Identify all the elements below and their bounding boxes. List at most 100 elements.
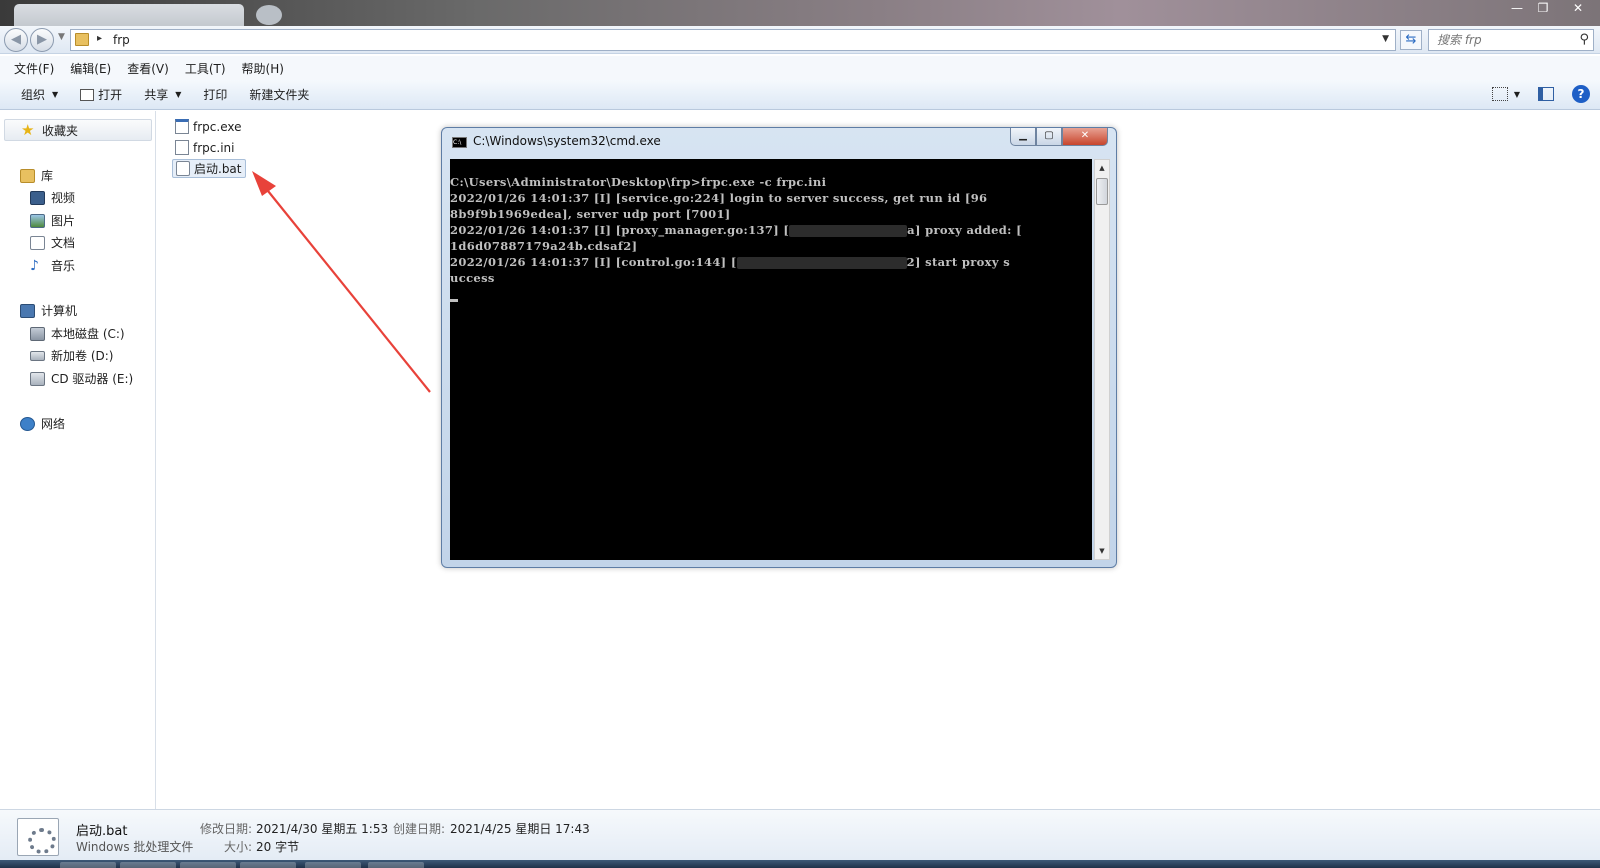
cmd-maximize-button[interactable]: ▢: [1036, 128, 1062, 146]
taskbar: [0, 860, 1600, 868]
taskbar-button[interactable]: [368, 862, 424, 868]
cmd-titlebar[interactable]: C:\ C:\Windows\system32\cmd.exe ▁ ▢ ✕: [442, 128, 1116, 156]
search-box[interactable]: ⚲: [1428, 29, 1594, 51]
share-label: 共享: [144, 88, 169, 102]
details-pane: 启动.bat Windows 批处理文件 修改日期: 2021/4/30 星期五…: [0, 809, 1600, 860]
menu-tools[interactable]: 工具(T): [177, 60, 234, 77]
taskbar-button[interactable]: [240, 862, 296, 868]
nav-drive-c[interactable]: 本地磁盘 (C:): [30, 325, 125, 342]
folder-icon: [75, 33, 89, 46]
nav-music-label: 音乐: [51, 259, 76, 273]
console-line: 2022/01/26 14:01:37 [I] [service.go:224]…: [450, 191, 988, 205]
menu-file[interactable]: 文件(F): [6, 60, 62, 77]
arrow-line: [263, 185, 431, 393]
change-view-button[interactable]: ▼: [1491, 87, 1520, 101]
taskbar-button[interactable]: [60, 862, 116, 868]
details-file-type: Windows 批处理文件: [76, 840, 194, 854]
nav-network-label: 网络: [41, 417, 66, 431]
star-icon: ★: [21, 121, 35, 139]
address-dropdown-icon[interactable]: ▼: [1382, 34, 1389, 44]
network-icon: [20, 416, 35, 431]
pictures-icon: [30, 213, 45, 228]
recent-pages-dropdown[interactable]: ▼: [58, 32, 65, 42]
new-folder-button[interactable]: 新建文件夹: [238, 86, 320, 103]
file-name: frpc.exe: [193, 119, 242, 134]
created-label: 创建日期:: [393, 822, 446, 836]
organize-button[interactable]: 组织 ▼: [10, 86, 69, 103]
nav-videos[interactable]: 视频: [30, 189, 75, 206]
menu-edit[interactable]: 编辑(E): [62, 60, 119, 77]
scrollbar-thumb[interactable]: [1096, 178, 1108, 205]
video-icon: [30, 190, 45, 205]
search-input[interactable]: [1429, 30, 1569, 50]
blurred-browser-tab[interactable]: [14, 4, 244, 26]
close-button[interactable]: ✕: [1556, 0, 1600, 18]
nav-computer-label: 计算机: [41, 304, 78, 318]
menu-help[interactable]: 帮助(H): [234, 60, 292, 77]
preview-pane-icon[interactable]: [1538, 87, 1554, 101]
drive-icon: [30, 326, 45, 341]
nav-library-label: 库: [41, 169, 54, 183]
computer-icon: [20, 303, 35, 318]
breadcrumb-chevron-icon[interactable]: ▸: [97, 33, 102, 44]
search-icon[interactable]: ⚲: [1579, 32, 1589, 47]
file-item-frpc-exe[interactable]: frpc.exe: [172, 117, 244, 136]
print-button[interactable]: 打印: [192, 86, 238, 103]
scroll-down-icon[interactable]: ▼: [1095, 543, 1109, 559]
file-item-frpc-ini[interactable]: frpc.ini: [172, 138, 237, 157]
console-cursor: [450, 299, 458, 302]
nav-favorites[interactable]: ★ 收藏夹: [4, 119, 152, 141]
view-controls: ▼ ?: [1491, 85, 1590, 103]
nav-pictures-label: 图片: [51, 214, 76, 228]
new-tab-button[interactable]: [256, 5, 282, 25]
created-value: 2021/4/25 星期日 17:43: [450, 822, 590, 836]
breadcrumb-frp[interactable]: frp: [113, 33, 130, 47]
cmd-window[interactable]: C:\ C:\Windows\system32\cmd.exe ▁ ▢ ✕ C:…: [441, 127, 1117, 568]
nav-drive-d[interactable]: 新加卷 (D:): [30, 347, 113, 364]
arrow-head: [252, 171, 276, 196]
bat-icon: [176, 161, 190, 176]
nav-library[interactable]: 库: [20, 167, 53, 184]
taskbar-button[interactable]: [305, 862, 361, 868]
command-bar: 组织 ▼ 打开 共享 ▼ 打印 新建文件夹 ▼ ?: [0, 80, 1600, 110]
nav-pictures[interactable]: 图片: [30, 212, 75, 229]
console-output[interactable]: C:\Users\Administrator\Desktop\frp>frpc.…: [450, 159, 1092, 560]
console-line: 2022/01/26 14:01:37 [I] [control.go:144]…: [450, 255, 737, 269]
forward-button[interactable]: ▶: [30, 28, 54, 52]
address-bar[interactable]: ▸ frp ▼: [70, 29, 1396, 51]
redacted-block: [736, 257, 907, 269]
nav-drive-e[interactable]: CD 驱动器 (E:): [30, 370, 133, 387]
nav-drive-d-label: 新加卷 (D:): [51, 349, 114, 363]
redacted-block: [789, 225, 908, 237]
console-line: 2022/01/26 14:01:37 [I] [proxy_manager.g…: [450, 223, 790, 237]
help-icon[interactable]: ?: [1572, 85, 1590, 103]
console-scrollbar[interactable]: ▲ ▼: [1094, 159, 1110, 560]
nav-music[interactable]: ♪ 音乐: [30, 257, 75, 274]
menu-view[interactable]: 查看(V): [119, 60, 177, 77]
maximize-button[interactable]: ❐: [1530, 0, 1556, 18]
open-button[interactable]: 打开: [69, 86, 133, 103]
nav-network[interactable]: 网络: [20, 415, 65, 432]
organize-label: 组织: [21, 88, 46, 102]
console-line: 8b9f9b1969edea], server udp port [7001]: [450, 207, 731, 221]
cmd-window-controls: ▁ ▢ ✕: [1010, 128, 1108, 146]
nav-computer[interactable]: 计算机: [20, 302, 77, 319]
back-button[interactable]: ◀: [4, 28, 28, 52]
scroll-up-icon[interactable]: ▲: [1095, 160, 1109, 176]
file-item-start-bat[interactable]: 启动.bat: [172, 159, 246, 178]
print-label: 打印: [203, 88, 228, 102]
minimize-button[interactable]: —: [1504, 0, 1530, 18]
cd-drive-icon: [30, 371, 45, 386]
share-button[interactable]: 共享 ▼: [133, 86, 192, 103]
nav-documents[interactable]: 文档: [30, 234, 75, 251]
console-text: C:\Users\Administrator\Desktop\frp>frpc.…: [450, 174, 1092, 302]
ini-icon: [175, 140, 189, 155]
file-name: 启动.bat: [194, 162, 242, 176]
console-line: 2] start proxy s: [906, 255, 1011, 269]
refresh-button[interactable]: ⇆: [1400, 30, 1422, 50]
cmd-close-button[interactable]: ✕: [1062, 128, 1108, 146]
details-file-name: 启动.bat: [76, 824, 128, 839]
taskbar-button[interactable]: [180, 862, 236, 868]
taskbar-button[interactable]: [120, 862, 176, 868]
cmd-minimize-button[interactable]: ▁: [1010, 128, 1036, 146]
